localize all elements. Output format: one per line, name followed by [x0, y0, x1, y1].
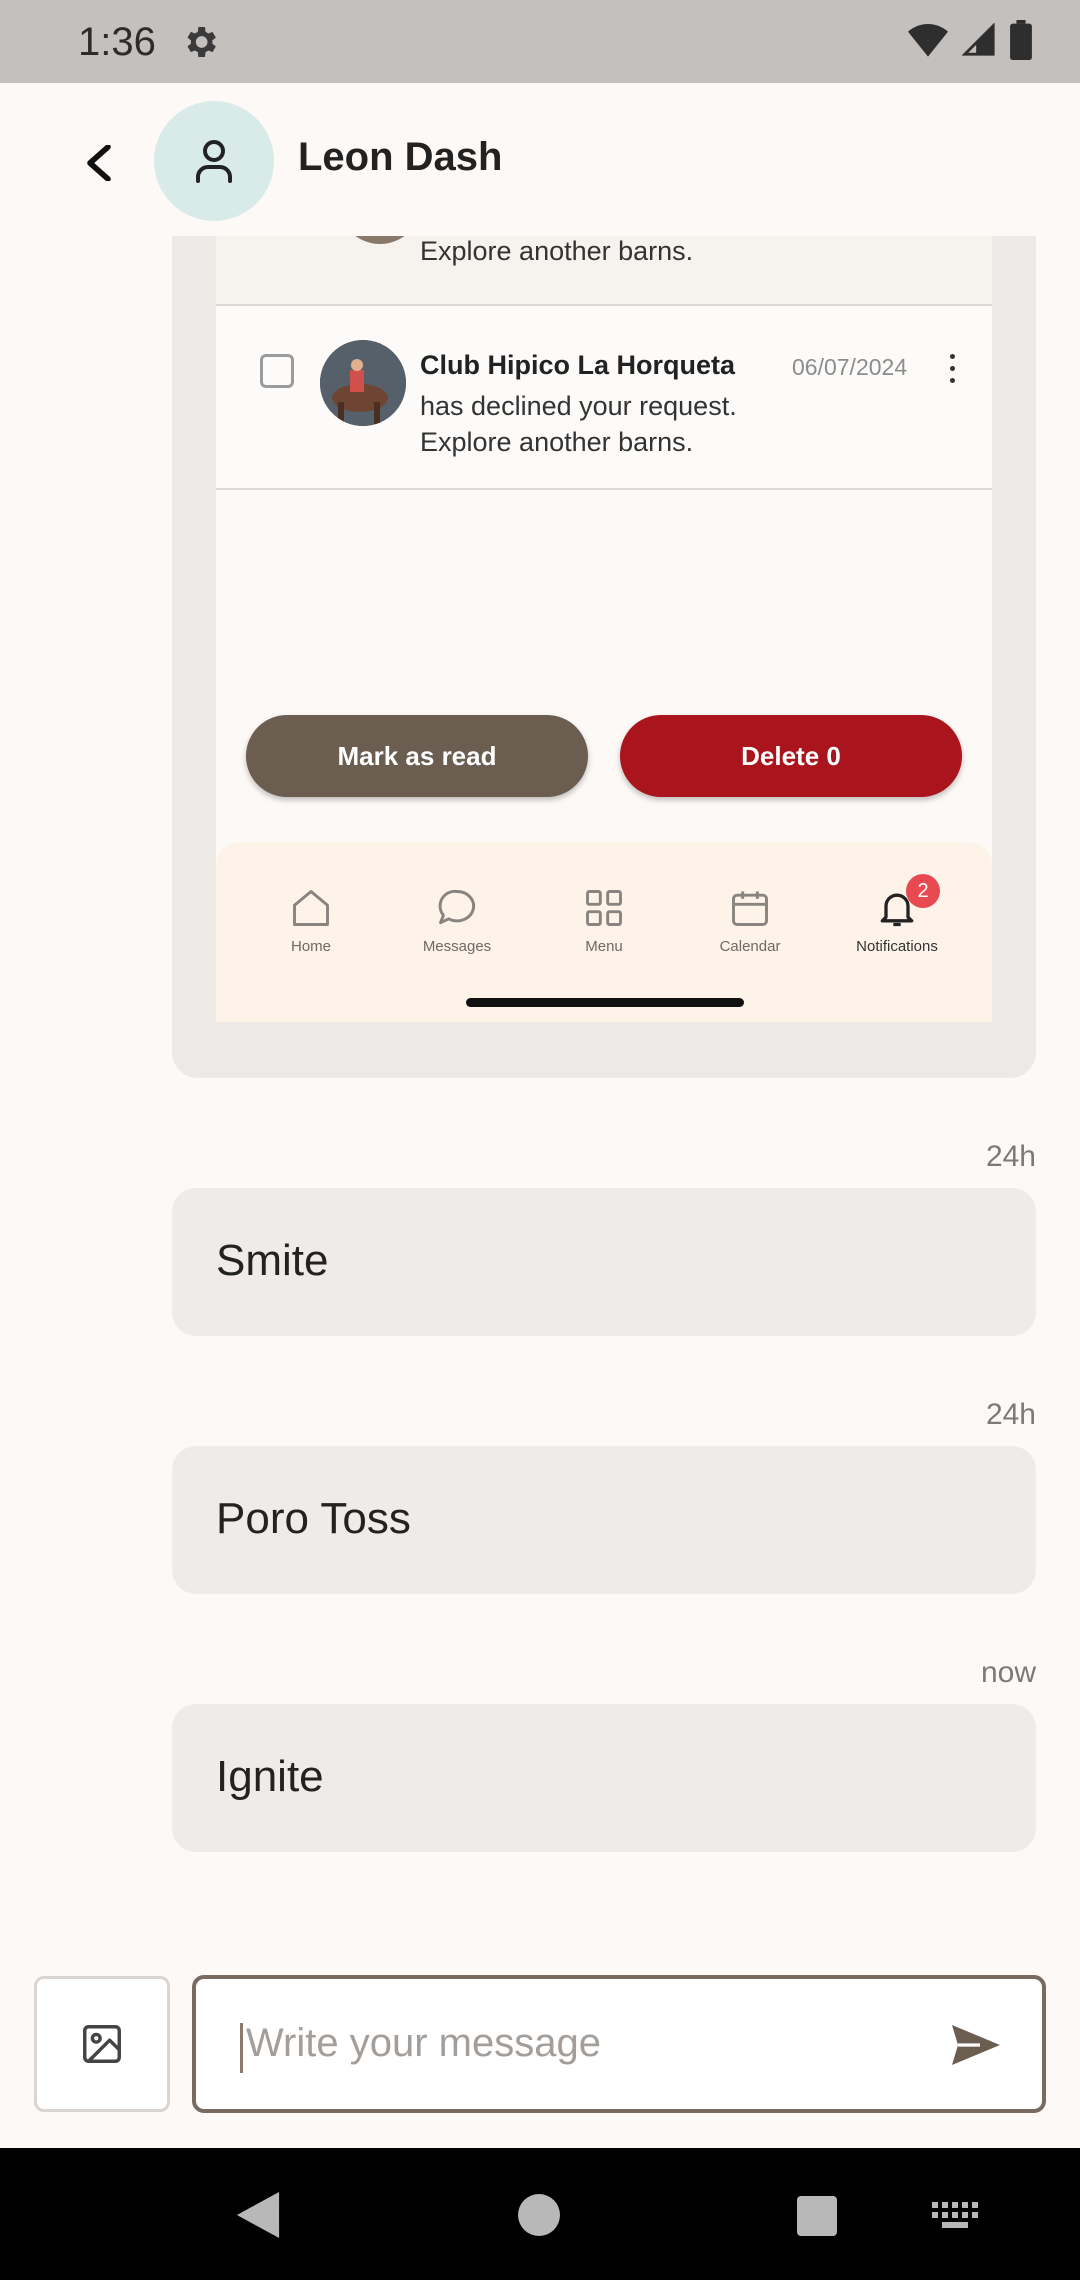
- home-icon: [293, 890, 329, 926]
- notification-text: Explore another barns.: [420, 236, 694, 266]
- nav-item-calendar: Calendar: [695, 886, 805, 955]
- send-icon: [952, 2025, 1000, 2065]
- home-indicator: [466, 998, 744, 1007]
- contact-name: Leon Dash: [298, 135, 503, 179]
- bottom-navigation: Home Messages Menu Calendar 2 Notificati…: [216, 842, 992, 1022]
- nav-label: Home: [290, 938, 331, 955]
- grid-icon: [586, 890, 622, 926]
- image-icon: [83, 2025, 121, 2063]
- system-recents-icon[interactable]: [797, 2196, 837, 2236]
- person-icon: [196, 140, 232, 183]
- chat-header: Leon Dash: [0, 83, 1080, 236]
- nav-label: Notifications: [856, 938, 938, 955]
- message-text: Ignite: [216, 1752, 324, 1801]
- nav-item-messages: Messages: [402, 886, 512, 955]
- notification-badge: 2: [906, 874, 940, 908]
- message-input[interactable]: Write your message: [192, 1975, 1046, 2113]
- delete-button: Delete 0: [620, 715, 962, 797]
- cell-signal-icon: [962, 23, 995, 56]
- mark-as-read-button: Mark as read: [246, 715, 588, 797]
- nav-item-home: Home: [256, 886, 366, 955]
- back-button[interactable]: [70, 133, 130, 193]
- nav-label: Calendar: [719, 938, 781, 955]
- attach-image-button[interactable]: [34, 1976, 170, 2112]
- message-timestamp: now: [980, 1656, 1036, 1689]
- contact-avatar[interactable]: [154, 101, 274, 221]
- system-back-icon[interactable]: [236, 2192, 280, 2238]
- message-input-placeholder: Write your message: [246, 2021, 601, 2065]
- back-arrow-icon: [87, 145, 111, 181]
- horse-rider-photo-icon: [320, 340, 406, 426]
- notification-item: Club Hipico La Horqueta has declined you…: [216, 306, 992, 490]
- text-caret: [240, 2023, 243, 2073]
- system-navigation-bar: [0, 2148, 1080, 2280]
- screenshot-content: Explore another barns. Club Hipico La Ho…: [216, 200, 992, 1022]
- nav-label: Menu: [585, 938, 623, 955]
- message-timestamp: 24h: [985, 1140, 1036, 1173]
- message-bubble[interactable]: Poro Toss: [172, 1446, 1036, 1594]
- chat-bubble-icon: [438, 889, 476, 925]
- notification-title: Club Hipico La Horqueta: [420, 350, 736, 380]
- message-text: Smite: [216, 1236, 329, 1285]
- status-bar: 1:36: [0, 0, 1080, 83]
- notification-date: 06/07/2024: [792, 354, 908, 380]
- send-button[interactable]: [924, 1993, 1028, 2097]
- notification-body: has declined your request. Explore anoth…: [420, 391, 737, 457]
- screenshot-message[interactable]: Explore another barns. Club Hipico La Ho…: [172, 200, 1036, 1078]
- keyboard-icon[interactable]: [932, 2202, 980, 2232]
- settings-gear-icon: [187, 27, 216, 57]
- more-options-icon: [942, 350, 962, 386]
- calendar-icon: [732, 891, 768, 926]
- message-timestamp: 24h: [985, 1398, 1036, 1431]
- system-home-icon[interactable]: [518, 2194, 560, 2236]
- wifi-icon: [908, 24, 948, 57]
- nav-item-notifications: 2 Notifications: [842, 874, 952, 955]
- status-time: 1:36: [78, 20, 156, 64]
- notification-checkbox: [260, 354, 294, 388]
- nav-label: Messages: [422, 938, 492, 955]
- battery-icon: [1010, 20, 1032, 60]
- notification-avatar: [320, 340, 406, 426]
- nav-item-menu: Menu: [549, 886, 659, 955]
- message-bubble[interactable]: Ignite: [172, 1704, 1036, 1852]
- message-text: Poro Toss: [216, 1494, 411, 1543]
- message-bubble[interactable]: Smite: [172, 1188, 1036, 1336]
